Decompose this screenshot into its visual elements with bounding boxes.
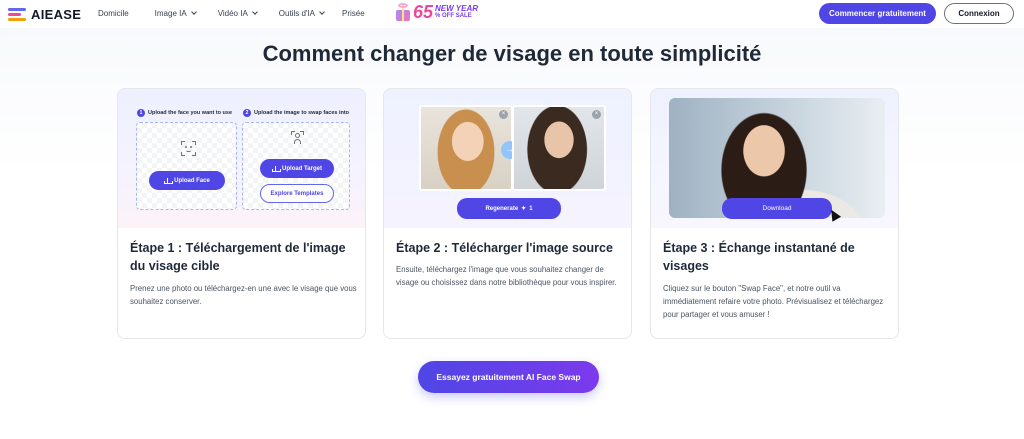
nav-label: Domicile [98,9,129,18]
nav-item-image-ia[interactable]: Image IA [154,9,197,18]
step-number: 2 [243,109,251,117]
chevron-down-icon [319,9,325,15]
promo-banner[interactable]: 65 NEW YEAR % OFF SALE [395,3,478,21]
chevron-down-icon [190,9,197,15]
promo-text: NEW YEAR % OFF SALE [435,4,478,20]
step-1-illustration: 1 Upload the face you want to use 2 Uplo… [118,89,365,228]
step-2-illustration: × → × Regenerate ✦ 1 [384,89,631,228]
person-scan-icon [291,131,304,146]
step-label-text: Upload the face you want to use [148,110,233,116]
step-number: 1 [137,109,145,117]
logo-text: AIEASE [31,7,82,22]
card-description: Cliquez sur le bouton "Swap Face", et no… [663,284,884,319]
step-card-2: × → × Regenerate ✦ 1 Étape 2 : Télécharg… [383,88,632,339]
promo-line-2: % OFF SALE [435,13,472,19]
credit-count: 1 [529,205,533,212]
step-card-3: Download Étape 3 : Échange instantané de… [650,88,899,339]
chevron-down-icon [251,9,258,15]
card-title: Étape 1 : Téléchargement de l'image du v… [130,241,346,273]
regenerate-button[interactable]: Regenerate ✦ 1 [457,198,561,219]
close-icon[interactable]: × [499,110,508,119]
start-free-button[interactable]: Commencer gratuitement [819,3,936,24]
nav-label: Image IA [154,9,187,18]
gift-icon [395,3,411,21]
try-face-swap-button[interactable]: Essayez gratuitement AI Face Swap [418,361,599,393]
source-face-photo: × [419,105,513,191]
step-2-label: 2 Upload the image to swap faces into [243,109,349,117]
button-label: Upload Target [282,165,322,172]
close-icon[interactable]: × [592,110,601,119]
step-1-label: 1 Upload the face you want to use [137,109,232,117]
nav-label: Outils d'IA [278,9,316,18]
nav-label: Vidéo IA [217,9,248,18]
promo-percent: 65 [413,2,434,22]
main-menu: Domicile Image IA Vidéo IA Outils d'IA P… [98,9,365,18]
upload-icon [164,177,174,184]
login-button[interactable]: Connexion [944,3,1014,24]
upload-face-button[interactable]: Upload Face [149,171,225,190]
logo-icon [8,7,26,22]
face-scan-icon [181,141,196,156]
target-image-photo: × [512,105,606,191]
nav-label: Prisée [342,9,365,18]
step-label-text: Upload the image to swap faces into [254,110,350,116]
nav-item-video-ia[interactable]: Vidéo IA [217,9,258,18]
nav-item-domicile[interactable]: Domicile [98,9,129,18]
card-title: Étape 3 : Échange instantané de visages [663,241,855,273]
upload-face-panel: Upload Face [136,122,237,210]
card-description: Prenez une photo ou téléchargez-en une a… [130,284,357,306]
step-3-illustration: Download [651,89,898,228]
logo[interactable]: AIEASE [8,7,81,22]
upload-target-button[interactable]: Upload Target [260,159,334,178]
nav-item-outils-ia[interactable]: Outils d'IA [278,9,325,18]
credit-icon: ✦ [521,206,527,212]
download-button[interactable]: Download [722,198,832,219]
upload-target-panel: Upload Target Explore Templates [242,122,350,210]
promo-line-1: NEW YEAR [435,4,478,13]
step-card-1: 1 Upload the face you want to use 2 Uplo… [117,88,366,339]
nav-item-prisee[interactable]: Prisée [342,9,365,18]
section-title: Comment changer de visage en toute simpl… [262,41,762,66]
explore-templates-button[interactable]: Explore Templates [260,184,334,203]
card-description: Ensuite, téléchargez l'image que vous so… [396,265,617,287]
upload-icon [272,165,282,172]
button-label: Upload Face [174,177,210,184]
top-nav: AIEASE Domicile Image IA Vidéo IA Outils… [0,0,1024,28]
card-title: Étape 2 : Télécharger l'image source [396,241,613,255]
button-label: Regenerate [485,205,519,212]
